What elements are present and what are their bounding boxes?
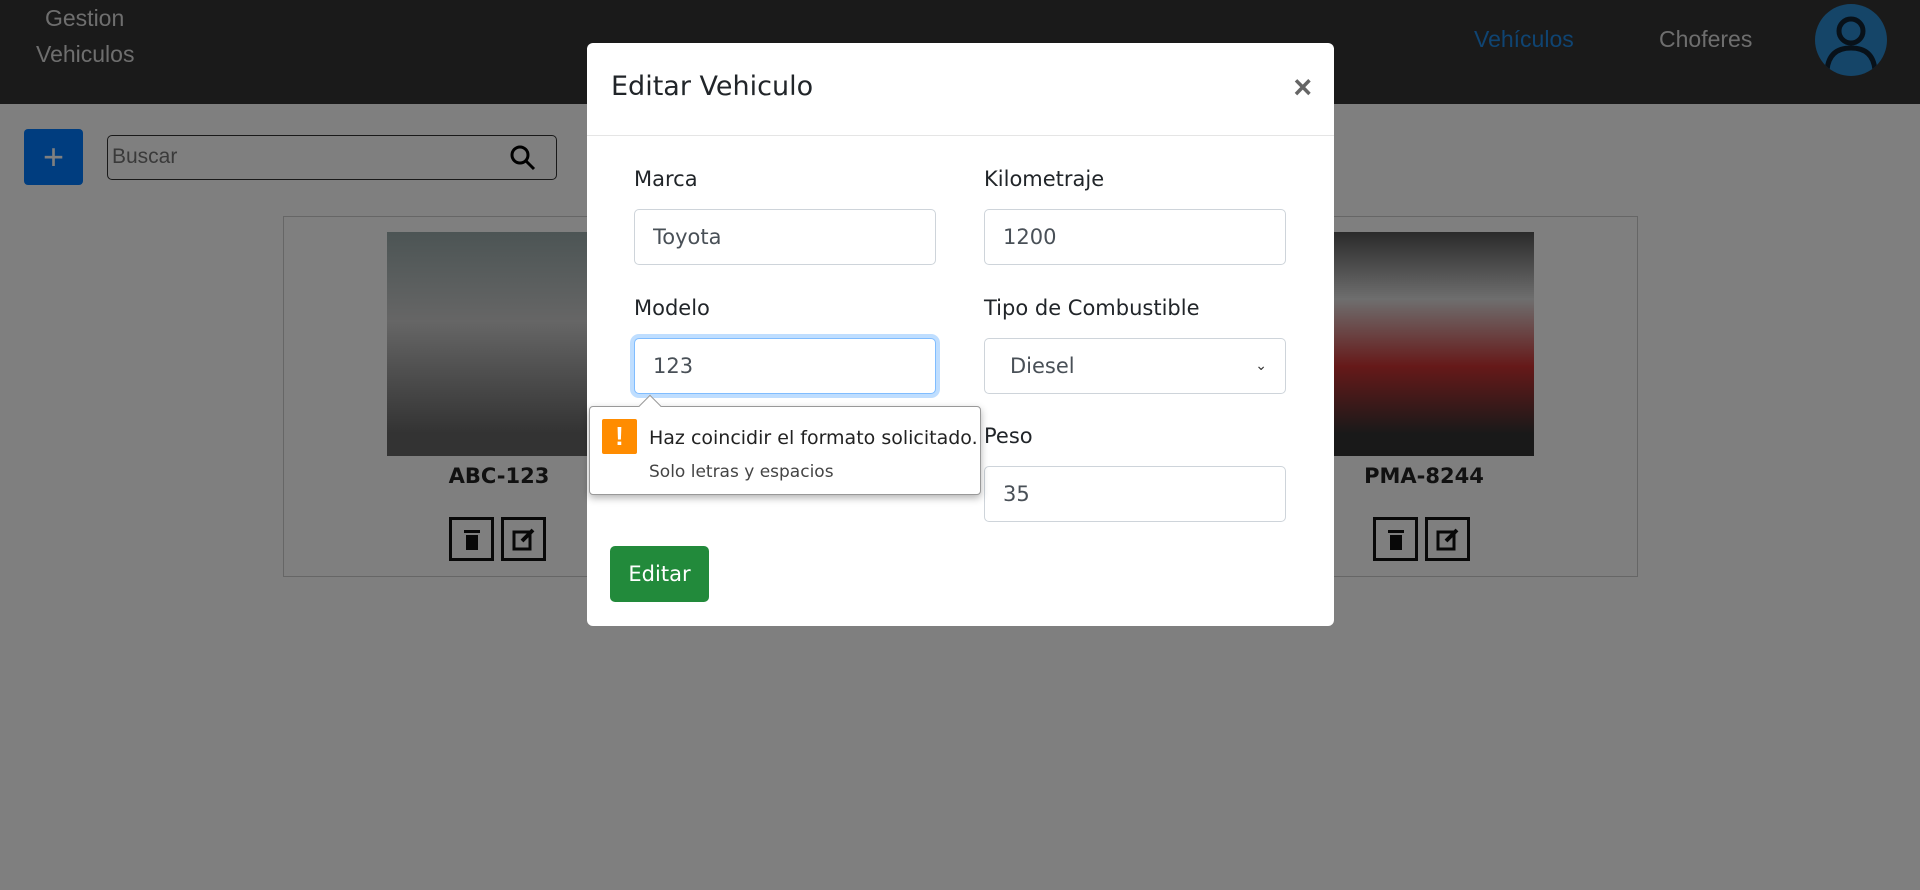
edit-vehicle-modal: Editar Vehiculo × Marca Kilometraje Mode… — [587, 43, 1334, 626]
peso-input[interactable] — [984, 466, 1286, 522]
validation-tooltip: ! Haz coincidir el formato solicitado. S… — [589, 394, 981, 495]
submit-edit-button[interactable]: Editar — [610, 546, 709, 602]
modal-title: Editar Vehiculo — [611, 71, 814, 102]
kilometraje-label: Kilometraje — [984, 167, 1105, 191]
close-icon[interactable]: × — [1293, 69, 1312, 106]
warning-icon: ! — [602, 419, 637, 454]
modal-header: Editar Vehiculo × — [587, 43, 1334, 136]
modelo-input[interactable] — [634, 338, 936, 394]
combustible-selected: Diesel — [1010, 354, 1075, 378]
marca-label: Marca — [634, 167, 698, 191]
combustible-select[interactable]: Diesel ⌄ — [984, 338, 1286, 394]
kilometraje-input[interactable] — [984, 209, 1286, 265]
combustible-label: Tipo de Combustible — [984, 296, 1200, 320]
marca-input[interactable] — [634, 209, 936, 265]
modelo-label: Modelo — [634, 296, 710, 320]
peso-label: Peso — [984, 424, 1033, 448]
tooltip-title: Haz coincidir el formato solicitado. — [649, 427, 978, 449]
chevron-down-icon: ⌄ — [1255, 358, 1267, 374]
tooltip-message: Solo letras y espacios — [649, 462, 834, 482]
